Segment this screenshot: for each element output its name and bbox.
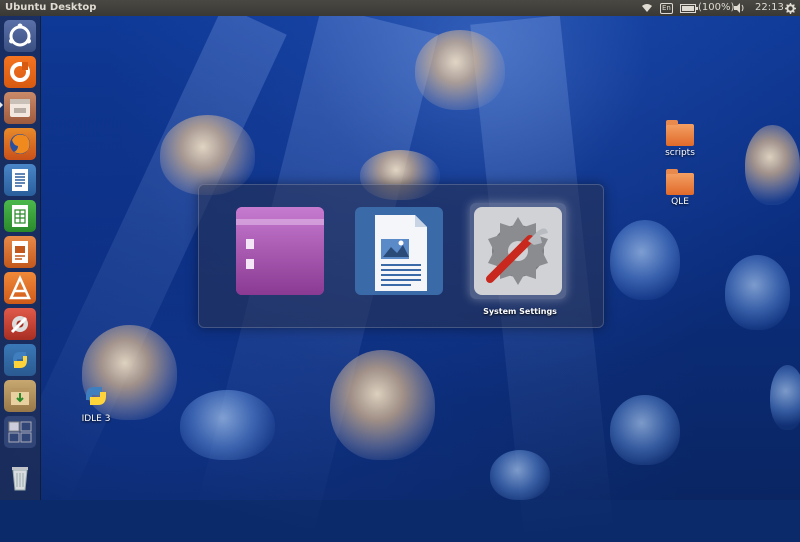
jellyfish: [160, 115, 255, 195]
app-switcher: System Settings: [198, 184, 604, 328]
python-icon: [86, 387, 106, 405]
workspace-icon: [8, 421, 32, 443]
jellyfish: [415, 30, 505, 110]
workspace-switcher-button[interactable]: [4, 416, 36, 448]
switcher-item-system-settings[interactable]: [470, 203, 566, 299]
calc-icon: [12, 205, 28, 227]
keyboard-icon[interactable]: En: [660, 0, 673, 16]
battery-indicator[interactable]: (100%): [680, 0, 734, 16]
desktop-launcher-idle3[interactable]: IDLE 3: [66, 383, 126, 424]
battery-percentage: (100%): [698, 2, 735, 13]
writer-icon: [12, 169, 28, 191]
top-panel: Ubuntu Desktop En (100%) 22:13: [0, 0, 800, 16]
selected-app-label: System Settings: [483, 307, 557, 316]
switcher-item-writer-document[interactable]: [351, 203, 447, 299]
firefox-button[interactable]: [4, 128, 36, 160]
trash-button[interactable]: [4, 462, 36, 494]
folder-icon: [666, 120, 694, 146]
jellyfish: [610, 395, 680, 465]
trash-icon: [12, 467, 28, 491]
running-indicator: [0, 102, 3, 108]
keyboard-layout: En: [660, 2, 673, 14]
jellyfish: [725, 255, 790, 330]
jellyfish: [490, 450, 550, 500]
python-icon: [13, 352, 27, 368]
ubuntu-one-button[interactable]: [4, 56, 36, 88]
jellyfish: [770, 365, 800, 430]
window-title: Ubuntu Desktop: [5, 2, 97, 13]
writer-document-icon: [355, 207, 443, 295]
settings-icon: [10, 316, 28, 334]
clock[interactable]: 22:13: [755, 0, 784, 16]
desktop-icon-label: scripts: [665, 148, 695, 158]
dash-home-button[interactable]: [4, 20, 36, 52]
desktop-folder-qle[interactable]: QLE: [650, 169, 710, 207]
libreoffice-impress-button[interactable]: [4, 236, 36, 268]
jellyfish: [610, 220, 680, 300]
file-manager-button[interactable]: [4, 92, 36, 124]
launcher: [0, 16, 41, 500]
ubuntu-logo-icon: [9, 23, 31, 47]
system-settings-icon: [474, 207, 562, 295]
software-center-icon: [9, 274, 31, 300]
files-icon: [10, 99, 30, 117]
libreoffice-calc-button[interactable]: [4, 200, 36, 232]
jellyfish: [745, 125, 800, 205]
switcher-item-files[interactable]: [232, 203, 328, 299]
jellyfish: [180, 390, 275, 460]
gear-icon[interactable]: [785, 0, 796, 16]
folder-icon: [666, 169, 694, 195]
system-settings-button[interactable]: [4, 308, 36, 340]
battery-icon: [680, 3, 698, 13]
clock-time: 22:13: [755, 2, 784, 13]
jellyfish: [330, 350, 435, 460]
impress-icon: [12, 241, 28, 263]
wifi-icon[interactable]: [641, 0, 653, 16]
files-window-icon: [236, 207, 324, 295]
idle-button[interactable]: [4, 344, 36, 376]
firefox-icon: [10, 134, 30, 154]
desktop-icon-label: QLE: [671, 197, 689, 207]
software-center-button[interactable]: [4, 272, 36, 304]
ubuntu-one-icon: [10, 62, 30, 82]
archive-icon: [11, 388, 29, 405]
libreoffice-writer-button[interactable]: [4, 164, 36, 196]
desktop-icon-label: IDLE 3: [81, 414, 111, 424]
battery-fill: [682, 5, 694, 11]
archive-manager-button[interactable]: [4, 380, 36, 412]
desktop-folder-scripts[interactable]: scripts: [650, 120, 710, 158]
volume-icon[interactable]: [733, 0, 745, 16]
